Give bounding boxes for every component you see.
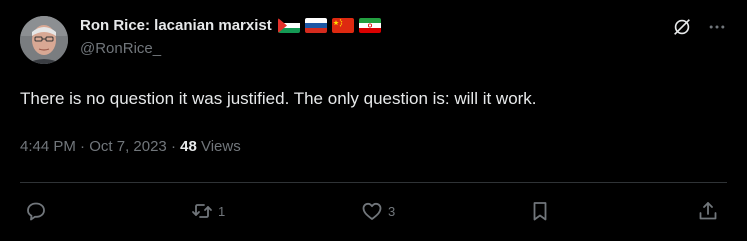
share-icon [696, 199, 720, 223]
palestine-flag-icon [277, 18, 300, 33]
action-bar: 1 3 [20, 199, 727, 223]
views-label[interactable]: Views [197, 138, 241, 155]
like-button[interactable]: 3 [360, 199, 395, 223]
display-name-row[interactable]: Ron Rice: lacanian marxist [80, 17, 381, 34]
views-count[interactable]: 48 [180, 138, 197, 155]
retweet-icon [190, 199, 214, 223]
avatar[interactable] [20, 16, 68, 64]
handle[interactable]: @RonRice_ [80, 40, 161, 57]
china-flag-icon [331, 18, 354, 33]
display-name[interactable]: Ron Rice: lacanian marxist [80, 17, 272, 34]
share-button[interactable] [696, 199, 720, 223]
retweet-button[interactable]: 1 [190, 199, 225, 223]
tweet-date[interactable]: Oct 7, 2023 [89, 138, 167, 155]
bookmark-icon [528, 199, 552, 223]
reply-icon [24, 199, 48, 223]
top-right-icons [671, 16, 727, 38]
flags-group [277, 18, 381, 33]
more-options-icon[interactable] [707, 17, 727, 37]
like-count: 3 [388, 203, 396, 219]
tweet-text: There is no question it was justified. T… [20, 89, 537, 108]
iran-flag-icon [358, 18, 381, 33]
tweet-time[interactable]: 4:44 PM [20, 138, 76, 155]
tweet-container: Ron Rice: lacanian marxist @RonRice_ The… [0, 0, 747, 241]
heart-icon [360, 199, 384, 223]
meta-separator: · [75, 138, 90, 155]
reply-button[interactable] [24, 199, 52, 223]
bookmark-button[interactable] [528, 199, 552, 223]
retweet-count: 1 [218, 203, 226, 219]
avatar-image [20, 16, 68, 64]
grok-icon[interactable] [671, 16, 693, 38]
russia-flag-icon [304, 18, 327, 33]
meta-separator: · [166, 138, 181, 155]
divider [20, 182, 727, 183]
tweet-meta: 4:44 PM · Oct 7, 2023 · 48 Views [20, 138, 241, 155]
